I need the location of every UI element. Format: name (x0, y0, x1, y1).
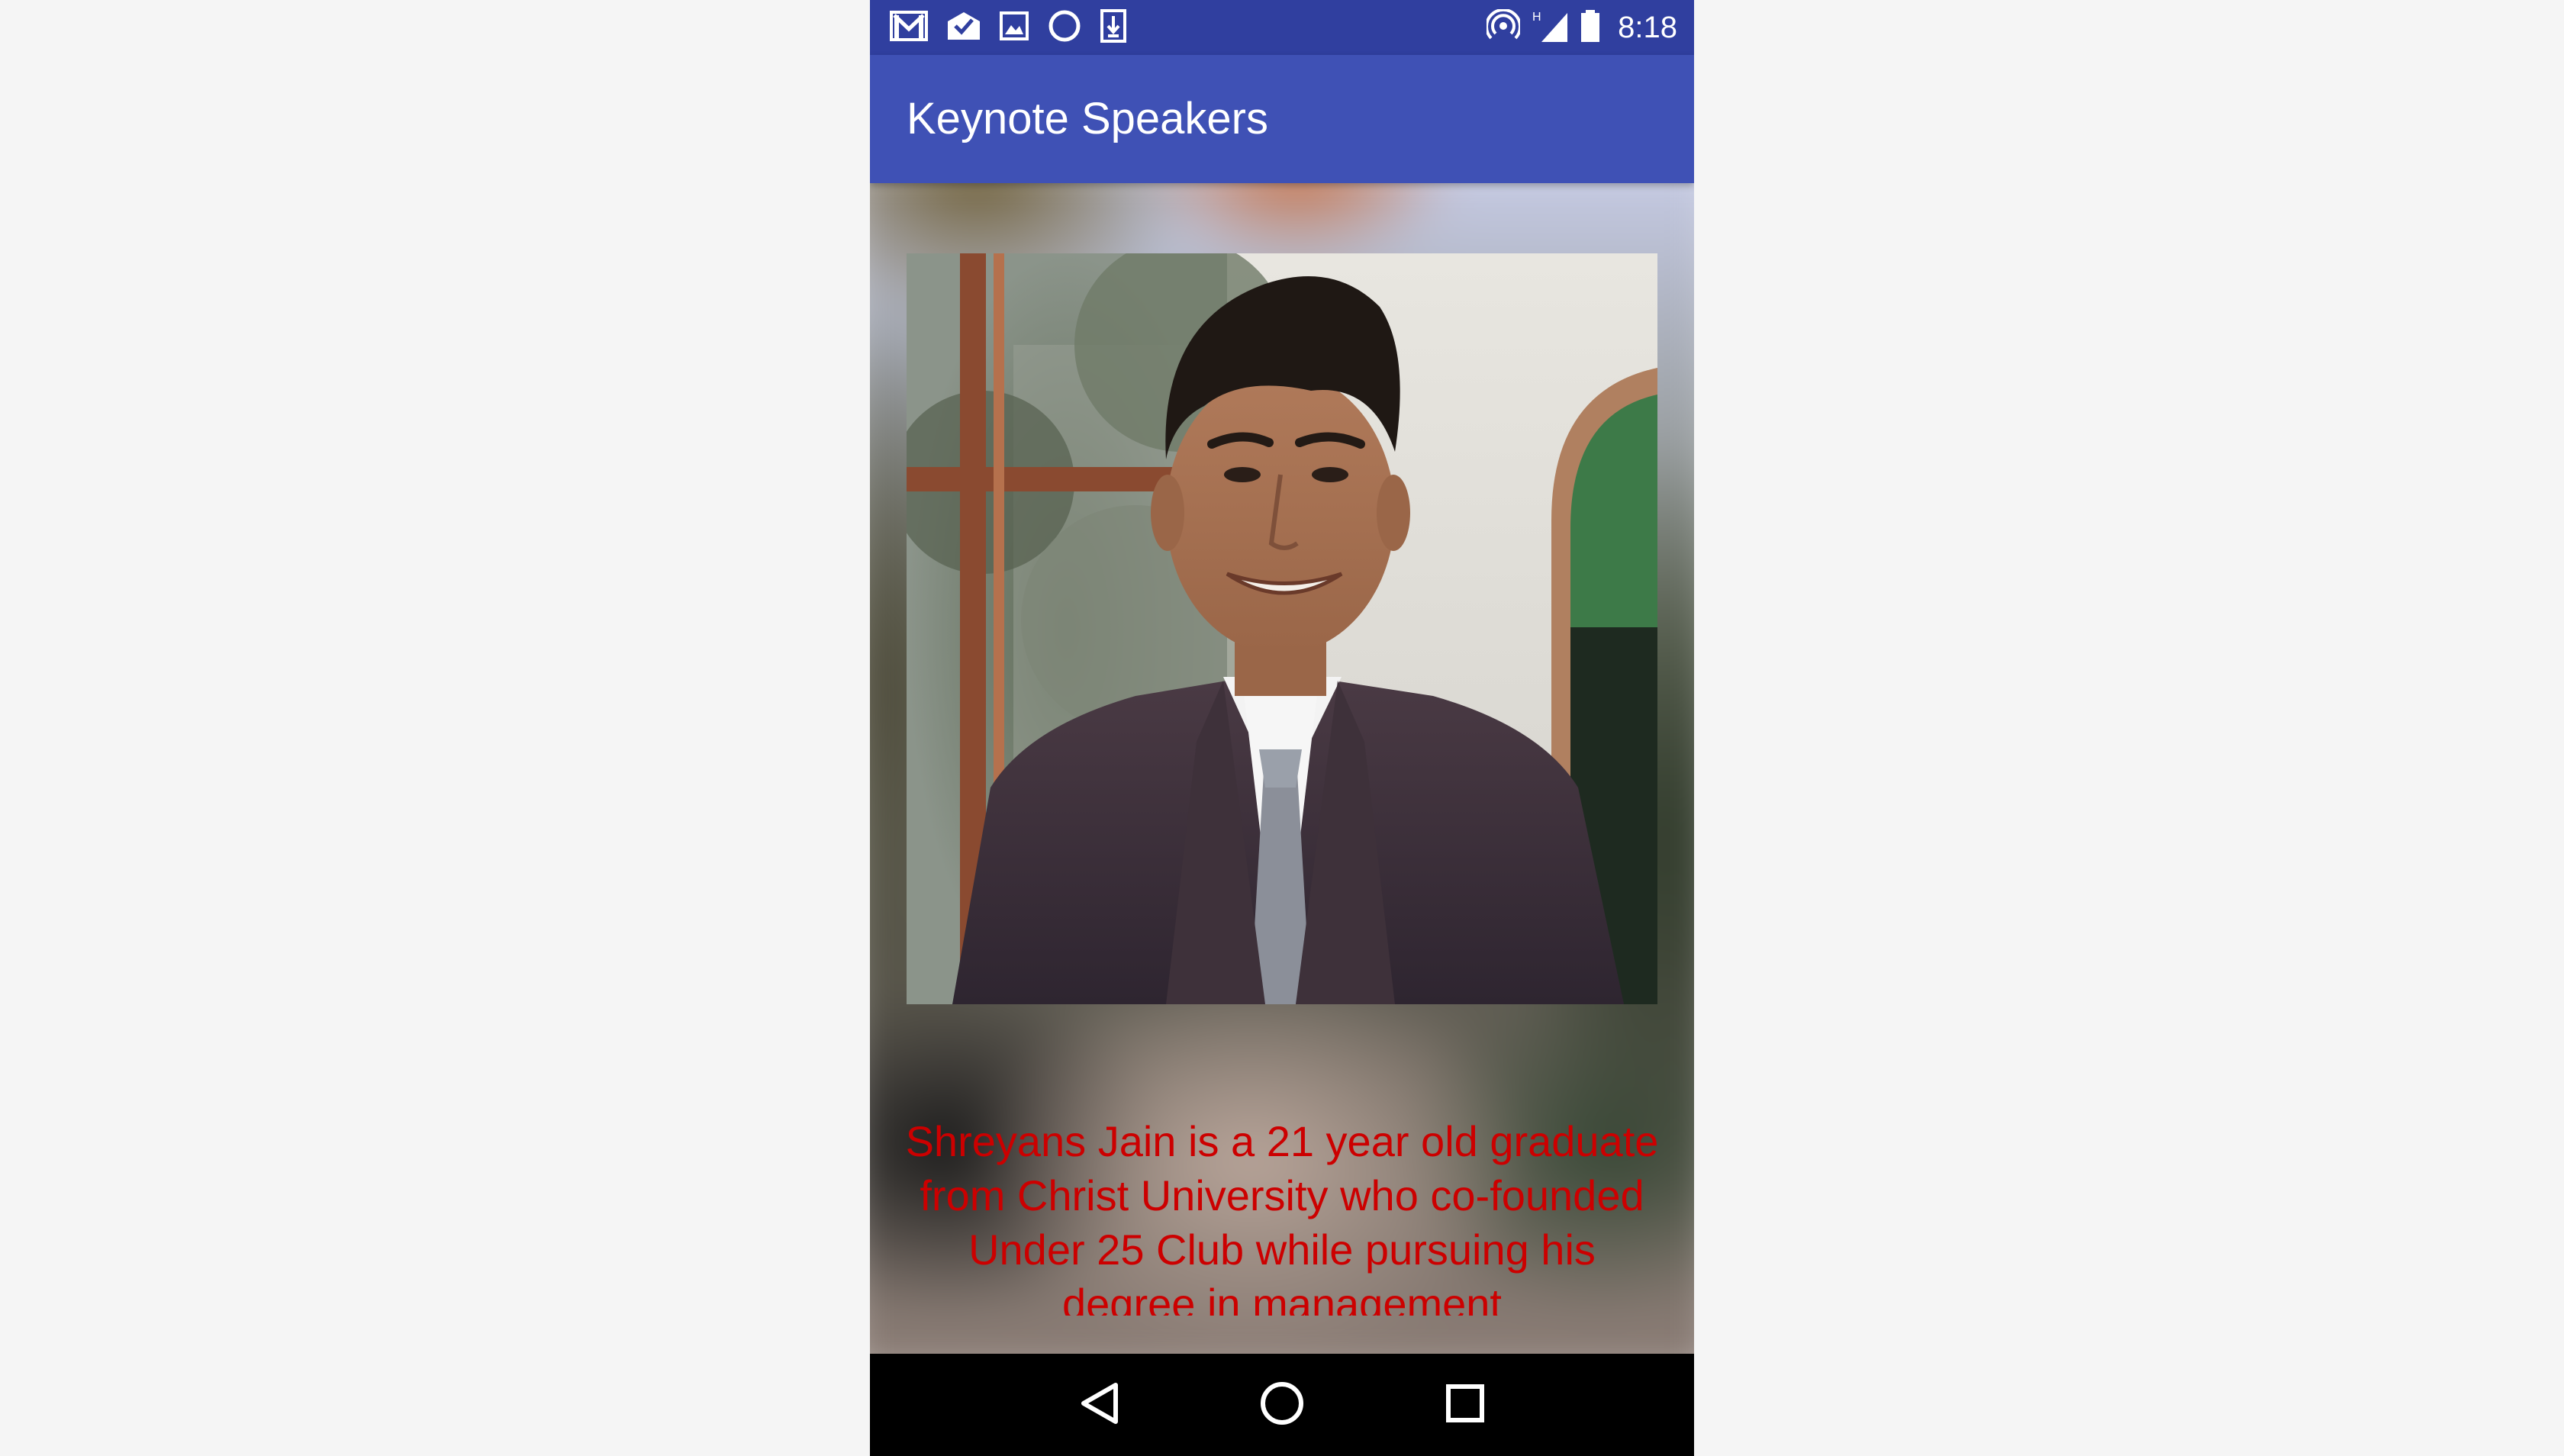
home-button[interactable] (1255, 1378, 1309, 1432)
speaker-photo (907, 253, 1657, 1004)
recents-button[interactable] (1438, 1378, 1492, 1432)
signal-icon: H (1531, 8, 1569, 47)
inbox-check-icon (946, 11, 981, 45)
speaker-bio: Shreyans Jain is a 21 year old graduate … (905, 1117, 1659, 1316)
recents-square-icon (1445, 1383, 1486, 1428)
back-triangle-icon (1079, 1382, 1120, 1429)
back-button[interactable] (1073, 1378, 1126, 1432)
status-bar: H 8:18 (870, 0, 1694, 55)
download-icon (1100, 8, 1126, 47)
circle-icon (1047, 8, 1082, 47)
navigation-bar (870, 1354, 1694, 1456)
network-type-label: H (1532, 11, 1541, 24)
page-title: Keynote Speakers (907, 94, 1268, 143)
notification-icons (890, 8, 1126, 47)
home-circle-icon (1259, 1380, 1305, 1430)
battery-icon (1580, 8, 1601, 47)
system-icons: H 8:18 (1485, 8, 1677, 47)
image-icon (1000, 11, 1029, 44)
app-bar: Keynote Speakers (870, 55, 1694, 183)
phone-screen: H 8:18 Keynote Speakers Shreyans Jain is… (870, 0, 1694, 1456)
speaker-portrait-illustration (907, 253, 1657, 1004)
hotspot-icon (1485, 8, 1522, 47)
gmail-icon (890, 10, 928, 45)
status-time: 8:18 (1618, 10, 1677, 44)
speaker-detail[interactable]: Shreyans Jain is a 21 year old graduate … (870, 183, 1694, 1354)
